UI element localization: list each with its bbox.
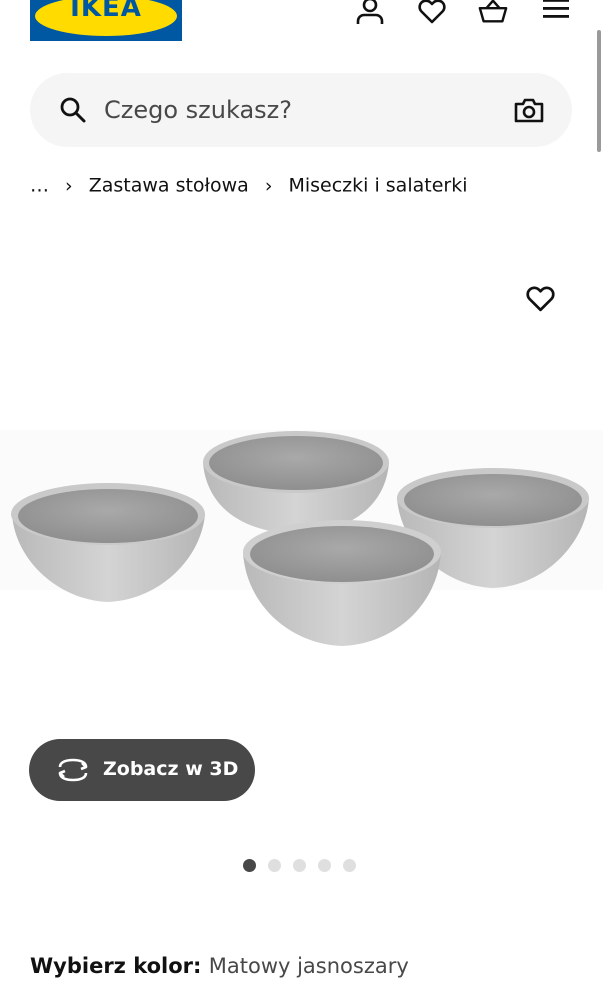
- breadcrumb-separator: ›: [264, 174, 273, 197]
- breadcrumb-separator: ›: [65, 174, 73, 197]
- breadcrumb-more[interactable]: …: [30, 175, 49, 197]
- breadcrumb: … › Zastawa stołowa › Miseczki i salater…: [30, 174, 467, 197]
- scrollbar[interactable]: [597, 30, 601, 152]
- add-to-favorites-icon[interactable]: [525, 284, 556, 313]
- carousel-dot-1[interactable]: [243, 859, 256, 872]
- search-icon[interactable]: [59, 96, 87, 124]
- view-in-3d-label: Zobacz w 3D: [103, 758, 239, 780]
- color-label: Wybierz kolor:: [30, 954, 209, 978]
- carousel-dot-5[interactable]: [343, 859, 356, 872]
- ikea-logo[interactable]: IKEA: [30, 0, 182, 41]
- menu-icon[interactable]: [541, 0, 571, 26]
- carousel-dot-2[interactable]: [268, 859, 281, 872]
- product-image[interactable]: [0, 410, 603, 670]
- carousel-dot-4[interactable]: [318, 859, 331, 872]
- search-input[interactable]: [104, 93, 484, 127]
- logo-text: IKEA: [70, 0, 142, 23]
- bowl: [243, 520, 441, 646]
- basket-icon[interactable]: [478, 0, 508, 26]
- search-bar[interactable]: [30, 73, 572, 147]
- profile-icon[interactable]: [355, 0, 385, 26]
- breadcrumb-item-tableware[interactable]: Zastawa stołowa: [89, 175, 249, 197]
- camera-icon[interactable]: [514, 96, 544, 124]
- carousel-dot-3[interactable]: [293, 859, 306, 872]
- rotate-3d-icon: [58, 758, 88, 782]
- view-in-3d-button[interactable]: Zobacz w 3D: [29, 739, 255, 801]
- color-selector: Wybierz kolor: Matowy jasnoszary: [30, 954, 409, 978]
- color-value: Matowy jasnoszary: [208, 954, 409, 978]
- heart-icon[interactable]: [417, 0, 447, 26]
- breadcrumb-item-bowls[interactable]: Miseczki i salaterki: [288, 175, 467, 197]
